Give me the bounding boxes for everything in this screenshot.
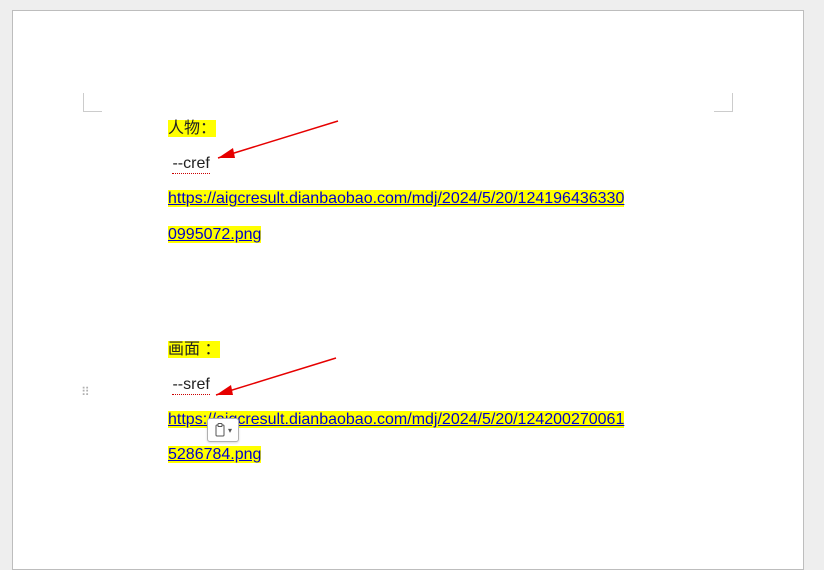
page-content[interactable]: 人物： --cref https://aigcresult.dianbaobao… [168,111,698,473]
margin-corner-top-right [714,93,733,112]
sref-flag-text[interactable]: --sref [172,376,209,395]
section-person[interactable]: 人物： --cref https://aigcresult.dianbaobao… [168,111,698,252]
sref-url-line2[interactable]: 5286784.png [168,446,261,463]
section-heading[interactable]: 人物： [168,120,216,137]
cref-flag[interactable]: --cref [168,155,210,174]
chevron-down-icon: ▾ [228,426,232,435]
sref-flag[interactable]: --sref [168,376,210,395]
section-scene[interactable]: 画面 ： --sref https://aigcresult.dianbaoba… [168,332,698,473]
section-heading-2[interactable]: 画面 ： [168,341,220,358]
app-viewport: 人物： --cref https://aigcresult.dianbaobao… [0,0,824,570]
cref-url-line2[interactable]: 0995072.png [168,226,261,243]
document-page[interactable]: 人物： --cref https://aigcresult.dianbaobao… [12,10,804,570]
cref-url-line1[interactable]: https://aigcresult.dianbaobao.com/mdj/20… [168,190,624,207]
margin-corner-top-left [83,93,102,112]
drag-handle-icon[interactable]: ⠿ [81,389,92,395]
cref-flag-text[interactable]: --cref [172,155,209,174]
paste-options-button[interactable]: ▾ [207,418,239,442]
clipboard-icon [214,423,226,437]
